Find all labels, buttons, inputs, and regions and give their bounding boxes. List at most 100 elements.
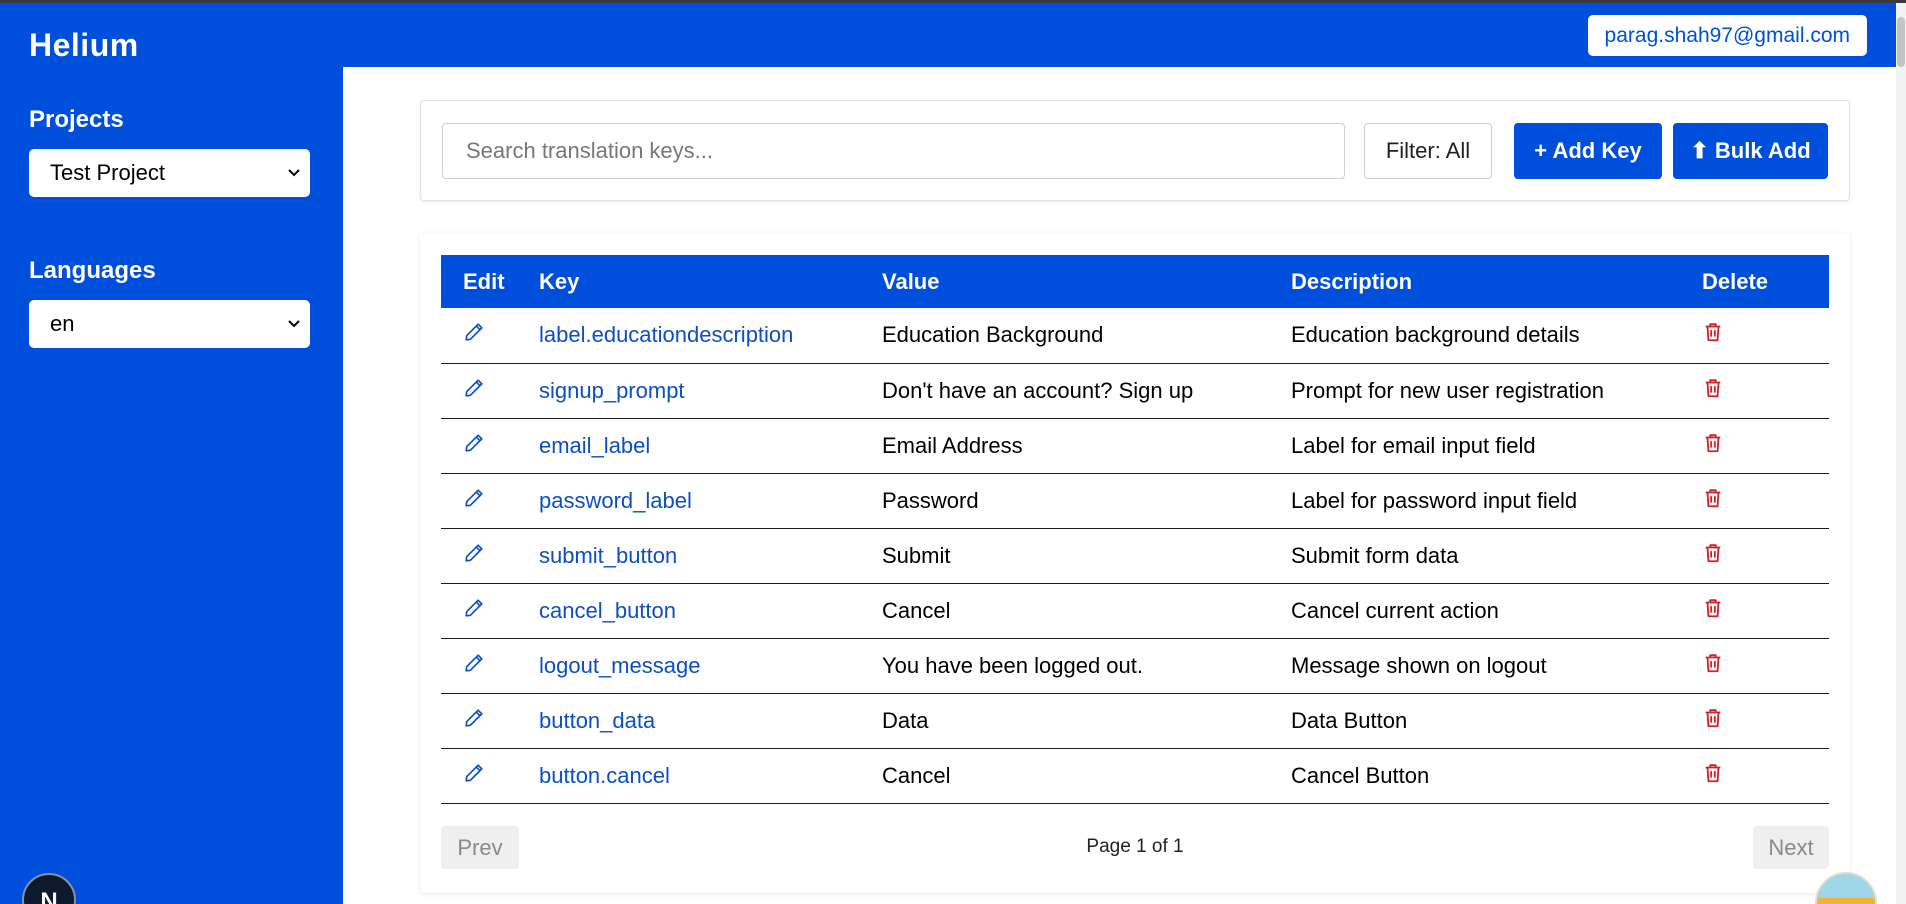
edit-cell: [441, 693, 539, 748]
delete-cell: [1702, 583, 1829, 638]
key-cell: signup_prompt: [539, 363, 882, 418]
table-row: signup_prompt Don't have an account? Sign…: [441, 363, 1829, 418]
bulk-add-button[interactable]: ⬆ Bulk Add: [1673, 123, 1828, 179]
search-input[interactable]: [442, 123, 1345, 179]
delete-cell: [1702, 748, 1829, 803]
key-link[interactable]: password_label: [539, 488, 692, 513]
value-cell: Submit: [882, 542, 951, 568]
description-cell: Cancel current action: [1291, 597, 1499, 623]
pencil-icon[interactable]: [463, 707, 485, 729]
key-link[interactable]: button_data: [539, 708, 655, 733]
trash-icon[interactable]: [1702, 321, 1724, 343]
table-row: submit_button Submit Submit form data: [441, 528, 1829, 583]
page-indicator: Page 1 of 1: [1086, 836, 1184, 857]
edit-cell: [441, 363, 539, 418]
key-link[interactable]: label.educationdescription: [539, 322, 793, 347]
delete-cell: [1702, 693, 1829, 748]
trash-icon[interactable]: [1702, 652, 1724, 674]
key-cell: email_label: [539, 418, 882, 473]
app-logo: Helium: [29, 27, 139, 63]
trash-icon[interactable]: [1702, 597, 1724, 619]
table-row: cancel_button Cancel Cancel current action: [441, 583, 1829, 638]
key-cell: button_data: [539, 693, 882, 748]
delete-cell: [1702, 473, 1829, 528]
key-cell: password_label: [539, 473, 882, 528]
pencil-icon[interactable]: [463, 321, 485, 343]
edit-cell: [441, 583, 539, 638]
key-link[interactable]: signup_prompt: [539, 378, 685, 403]
table-row: logout_message You have been logged out. M…: [441, 638, 1829, 693]
page-scrollbar[interactable]: [1896, 3, 1906, 904]
trash-icon[interactable]: [1702, 542, 1724, 564]
edit-cell: [441, 418, 539, 473]
translations-card: Edit Key Value Description Delete label.…: [420, 233, 1850, 893]
add-key-button[interactable]: + Add Key: [1514, 123, 1662, 179]
table-body: label.educationdescription Education Back…: [441, 308, 1829, 803]
value-cell: Data: [882, 707, 929, 733]
description-cell: Cancel Button: [1291, 762, 1430, 788]
key-link[interactable]: email_label: [539, 433, 650, 458]
language-select-value: en: [50, 311, 75, 336]
value-cell: Education Background: [882, 322, 1104, 348]
trash-icon[interactable]: [1702, 487, 1724, 509]
value-cell: You have been logged out.: [882, 652, 1143, 678]
key-link[interactable]: submit_button: [539, 543, 677, 568]
trash-icon[interactable]: [1702, 762, 1724, 784]
scrollbar-thumb[interactable]: [1897, 17, 1905, 67]
table-header-row: Edit Key Value Description Delete: [441, 255, 1829, 308]
user-email-button[interactable]: parag.shah97@gmail.com: [1587, 15, 1867, 56]
key-link[interactable]: button.cancel: [539, 763, 670, 788]
filter-button[interactable]: Filter: All: [1364, 123, 1492, 179]
key-cell: cancel_button: [539, 583, 882, 638]
pencil-icon[interactable]: [463, 487, 485, 509]
description-cell: Submit form data: [1291, 542, 1459, 568]
edit-cell: [441, 638, 539, 693]
col-header-value: Value: [882, 268, 940, 294]
avatar-image: [1817, 874, 1875, 898]
next-page-button[interactable]: Next: [1753, 826, 1829, 869]
col-header-delete: Delete: [1702, 268, 1769, 294]
key-link[interactable]: logout_message: [539, 653, 700, 678]
project-select-value: Test Project: [50, 160, 165, 185]
pencil-icon[interactable]: [463, 652, 485, 674]
description-cell: Data Button: [1291, 707, 1408, 733]
col-header-edit: Edit: [463, 268, 505, 294]
value-cell: Email Address: [882, 432, 1023, 458]
pencil-icon[interactable]: [463, 542, 485, 564]
key-cell: label.educationdescription: [539, 308, 882, 363]
trash-icon[interactable]: [1702, 377, 1724, 399]
edit-cell: [441, 528, 539, 583]
table-row: label.educationdescription Education Back…: [441, 308, 1829, 363]
pencil-icon[interactable]: [463, 762, 485, 784]
translations-table: Edit Key Value Description Delete label.…: [441, 255, 1829, 804]
chevron-down-icon: [288, 169, 300, 177]
trash-icon[interactable]: [1702, 707, 1724, 729]
key-link[interactable]: cancel_button: [539, 598, 676, 623]
projects-label: Projects: [29, 106, 124, 133]
assistant-avatar[interactable]: [1815, 872, 1877, 904]
value-cell: Cancel: [882, 597, 951, 623]
key-cell: submit_button: [539, 528, 882, 583]
top-header: Helium parag.shah97@gmail.com: [0, 3, 1896, 67]
project-select[interactable]: Test Project: [29, 149, 310, 197]
col-header-key: Key: [539, 268, 580, 294]
col-header-description: Description: [1291, 268, 1413, 294]
sidebar: Projects Test Project Languages en: [0, 67, 343, 904]
delete-cell: [1702, 528, 1829, 583]
delete-cell: [1702, 363, 1829, 418]
pencil-icon[interactable]: [463, 377, 485, 399]
language-select[interactable]: en: [29, 300, 310, 348]
trash-icon[interactable]: [1702, 432, 1724, 454]
edit-cell: [441, 308, 539, 363]
value-cell: Don't have an account? Sign up: [882, 377, 1194, 403]
value-cell: Cancel: [882, 762, 951, 788]
edit-cell: [441, 473, 539, 528]
table-row: email_label Email Address Label for email …: [441, 418, 1829, 473]
table-row: button_data Data Data Button: [441, 693, 1829, 748]
pencil-icon[interactable]: [463, 432, 485, 454]
description-cell: Label for email input field: [1291, 432, 1536, 458]
description-cell: Label for password input field: [1291, 487, 1578, 513]
key-cell: logout_message: [539, 638, 882, 693]
pencil-icon[interactable]: [463, 597, 485, 619]
delete-cell: [1702, 308, 1829, 363]
